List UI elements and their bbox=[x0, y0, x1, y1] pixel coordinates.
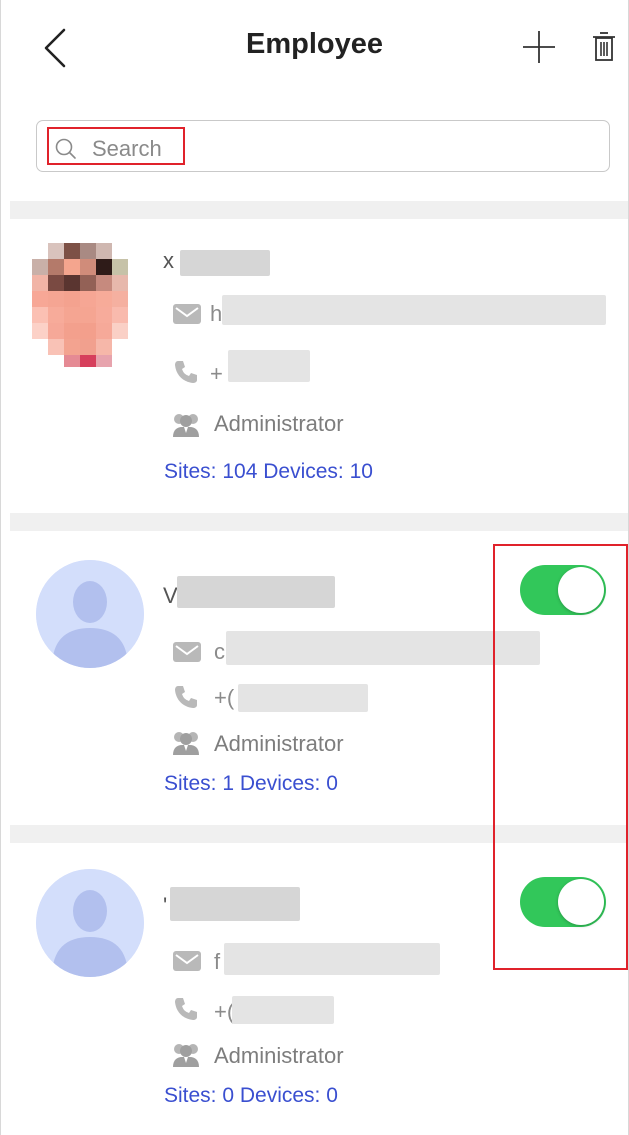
employee-name-initial: ' bbox=[163, 893, 168, 918]
trash-icon bbox=[593, 32, 615, 61]
employee-email-initial: h bbox=[210, 301, 223, 326]
employee-card[interactable]: x h + Administrator Sites: 104 Devices: … bbox=[0, 219, 629, 513]
role-icon bbox=[173, 732, 199, 755]
employee-phone-initial: +( bbox=[214, 685, 235, 710]
employee-name-redacted bbox=[180, 250, 270, 276]
employee-email-initial: f bbox=[214, 949, 221, 974]
employee-role: Administrator bbox=[214, 1043, 344, 1068]
phone-icon bbox=[175, 361, 197, 383]
role-icon bbox=[173, 1044, 199, 1067]
phone-icon bbox=[175, 686, 197, 708]
mail-icon bbox=[173, 642, 201, 662]
add-icon bbox=[523, 31, 555, 63]
employee-name-initial: x bbox=[163, 248, 174, 273]
employee-name-redacted bbox=[170, 887, 300, 921]
employee-stats[interactable]: Sites: 104 Devices: 10 bbox=[164, 460, 373, 484]
avatar-placeholder bbox=[36, 869, 144, 977]
employee-phone-redacted bbox=[238, 684, 368, 712]
delete-button[interactable] bbox=[590, 30, 618, 66]
employee-stats[interactable]: Sites: 0 Devices: 0 bbox=[164, 1084, 338, 1108]
employee-name-initial: V bbox=[163, 583, 178, 608]
search-highlight-box bbox=[47, 127, 185, 165]
employee-phone-redacted bbox=[232, 996, 334, 1024]
phone-icon bbox=[175, 998, 197, 1020]
nav-header: Employee bbox=[0, 0, 629, 96]
employee-phone-redacted bbox=[228, 350, 310, 382]
employee-email-initial: c bbox=[214, 639, 225, 664]
employee-role: Administrator bbox=[214, 731, 344, 756]
employee-role: Administrator bbox=[214, 411, 344, 436]
role-icon bbox=[173, 414, 199, 437]
employee-name-redacted bbox=[177, 576, 335, 608]
add-employee-button[interactable] bbox=[520, 28, 558, 66]
section-divider bbox=[10, 201, 628, 219]
employee-stats[interactable]: Sites: 1 Devices: 0 bbox=[164, 772, 338, 796]
avatar-placeholder bbox=[36, 560, 144, 668]
employee-phone-initial: + bbox=[210, 361, 223, 386]
section-divider bbox=[10, 513, 628, 531]
mail-icon bbox=[173, 951, 201, 971]
employee-email-redacted bbox=[224, 943, 440, 975]
toggle-highlight-box bbox=[493, 544, 628, 970]
mail-icon bbox=[173, 304, 201, 324]
employee-email-redacted bbox=[222, 295, 606, 325]
avatar bbox=[32, 243, 132, 367]
